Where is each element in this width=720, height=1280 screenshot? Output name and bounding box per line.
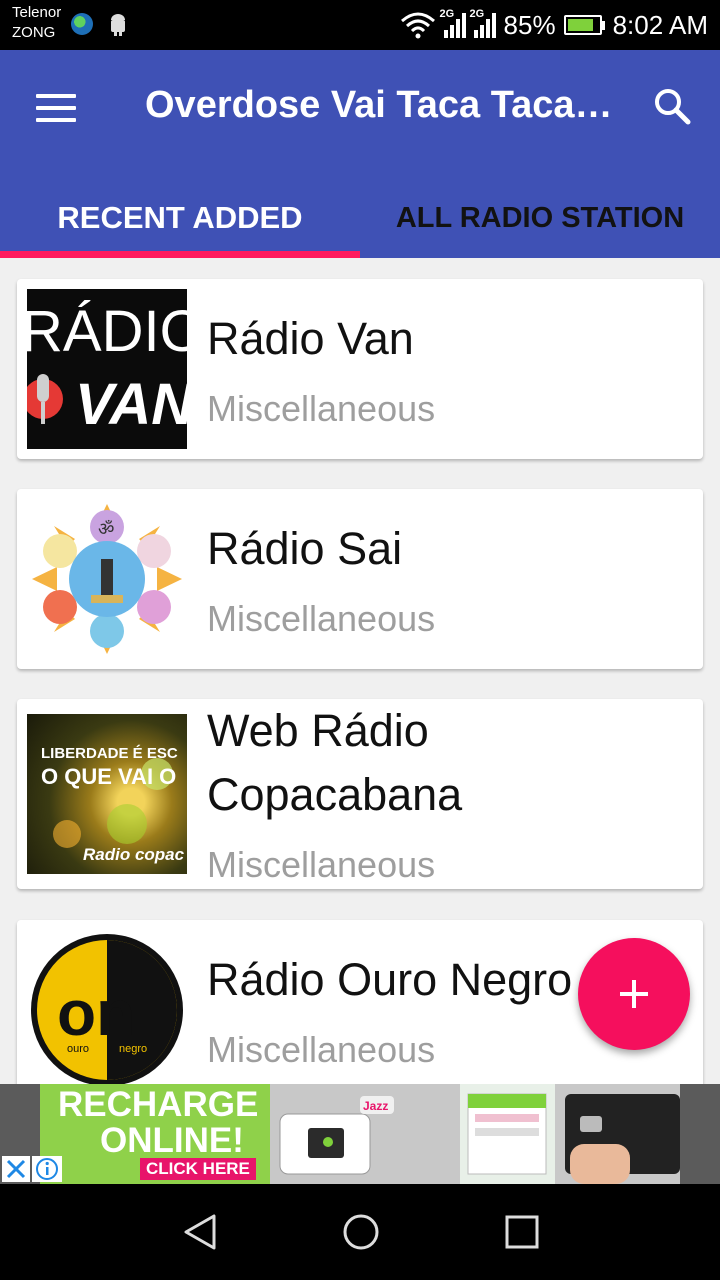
svg-text:LIBERDADE É ESC: LIBERDADE É ESC: [41, 745, 178, 762]
signal-2-icon: 2G: [470, 8, 496, 38]
svg-text:on: on: [57, 977, 135, 1049]
tab-recent-added[interactable]: RECENT ADDED: [0, 178, 360, 258]
clock: 8:02 AM: [612, 9, 708, 40]
station-card-radio-sai[interactable]: ॐ Rádio Sai Miscellaneous: [17, 489, 703, 669]
station-logo: on ouro negro: [27, 930, 187, 1084]
station-genre: Miscellaneous: [207, 1029, 436, 1070]
carrier-line-2: ZONG: [12, 24, 56, 41]
tab-recent-added-label: RECENT ADDED: [57, 200, 303, 235]
station-name-line-1: Web Rádio: [207, 705, 429, 756]
back-icon[interactable]: [180, 1212, 220, 1252]
tab-all-radio-station-label: ALL RADIO STATION: [395, 201, 685, 234]
svg-text:ॐ: ॐ: [98, 519, 114, 540]
ad-banner[interactable]: RECHARGE ONLINE! CLICK HERE Jazz: [40, 1084, 680, 1184]
network-type-1: 2G: [439, 8, 455, 20]
hamburger-menu-icon[interactable]: [36, 94, 76, 122]
app-title: Overdose Vai Taca Taca…: [145, 84, 613, 126]
logo-text: RÁDIO: [27, 299, 187, 364]
carrier-label: Telenor ZONG: [12, 3, 61, 43]
globe-icon: [71, 13, 93, 35]
plus-icon: [620, 980, 648, 1008]
tab-all-radio-station[interactable]: ALL RADIO STATION: [360, 178, 720, 258]
ad-info-icon[interactable]: [32, 1156, 62, 1182]
network-type-2: 2G: [469, 8, 485, 20]
home-icon[interactable]: [341, 1212, 381, 1252]
wifi-icon: [400, 12, 435, 39]
ad-cta: CLICK HERE: [140, 1158, 256, 1180]
station-genre: Miscellaneous: [207, 844, 436, 885]
ad-close-icon[interactable]: [2, 1156, 30, 1182]
tab-indicator: [0, 251, 360, 258]
station-card-radio-van[interactable]: RÁDIO VAN Rádio Van Miscellaneous: [17, 279, 703, 459]
station-logo: LIBERDADE É ESC O QUE VAI O Radio copac: [27, 714, 187, 874]
station-name: Rádio Van: [207, 313, 414, 364]
android-icon: [111, 14, 125, 36]
recents-icon[interactable]: [502, 1212, 542, 1252]
tab-bar: RECENT ADDED ALL RADIO STATION: [0, 178, 720, 258]
app-bar: Overdose Vai Taca Taca… RECENT ADDED ALL…: [0, 50, 720, 258]
svg-text:VAN: VAN: [75, 372, 187, 437]
ad-banner-container: RECHARGE ONLINE! CLICK HERE Jazz: [0, 1084, 720, 1184]
station-logo: ॐ: [27, 499, 187, 659]
station-card-web-radio-copacabana[interactable]: LIBERDADE É ESC O QUE VAI O Radio copac …: [17, 699, 703, 889]
svg-text:O QUE VAI O: O QUE VAI O: [41, 764, 176, 789]
status-icons: 2G 2G 85% 8:02 AM: [400, 0, 708, 50]
system-nav-bar: [0, 1184, 720, 1280]
carrier-line-1: Telenor: [12, 4, 62, 21]
ad-image: Jazz: [270, 1084, 680, 1184]
status-bar: Telenor ZONG 2G 2G 85% 8:02 AM: [0, 0, 720, 50]
ad-headline-2: ONLINE!: [100, 1121, 244, 1160]
svg-text:Radio copac: Radio copac: [83, 845, 185, 864]
signal-1-icon: 2G: [440, 8, 466, 38]
station-logo: RÁDIO VAN: [27, 289, 187, 449]
ad-headline-1: RECHARGE: [58, 1085, 259, 1124]
station-name-line-2: Copacabana: [207, 769, 463, 820]
station-genre: Miscellaneous: [207, 598, 436, 639]
svg-text:ouro: ouro: [67, 1043, 89, 1055]
search-icon[interactable]: [652, 86, 692, 126]
battery-percent: 85%: [503, 9, 556, 40]
add-station-button[interactable]: [578, 938, 690, 1050]
battery-icon: [563, 15, 605, 35]
station-name: Rádio Sai: [207, 523, 403, 574]
station-genre: Miscellaneous: [207, 388, 436, 429]
svg-text:negro: negro: [119, 1043, 147, 1055]
svg-text:Jazz: Jazz: [363, 1099, 388, 1113]
